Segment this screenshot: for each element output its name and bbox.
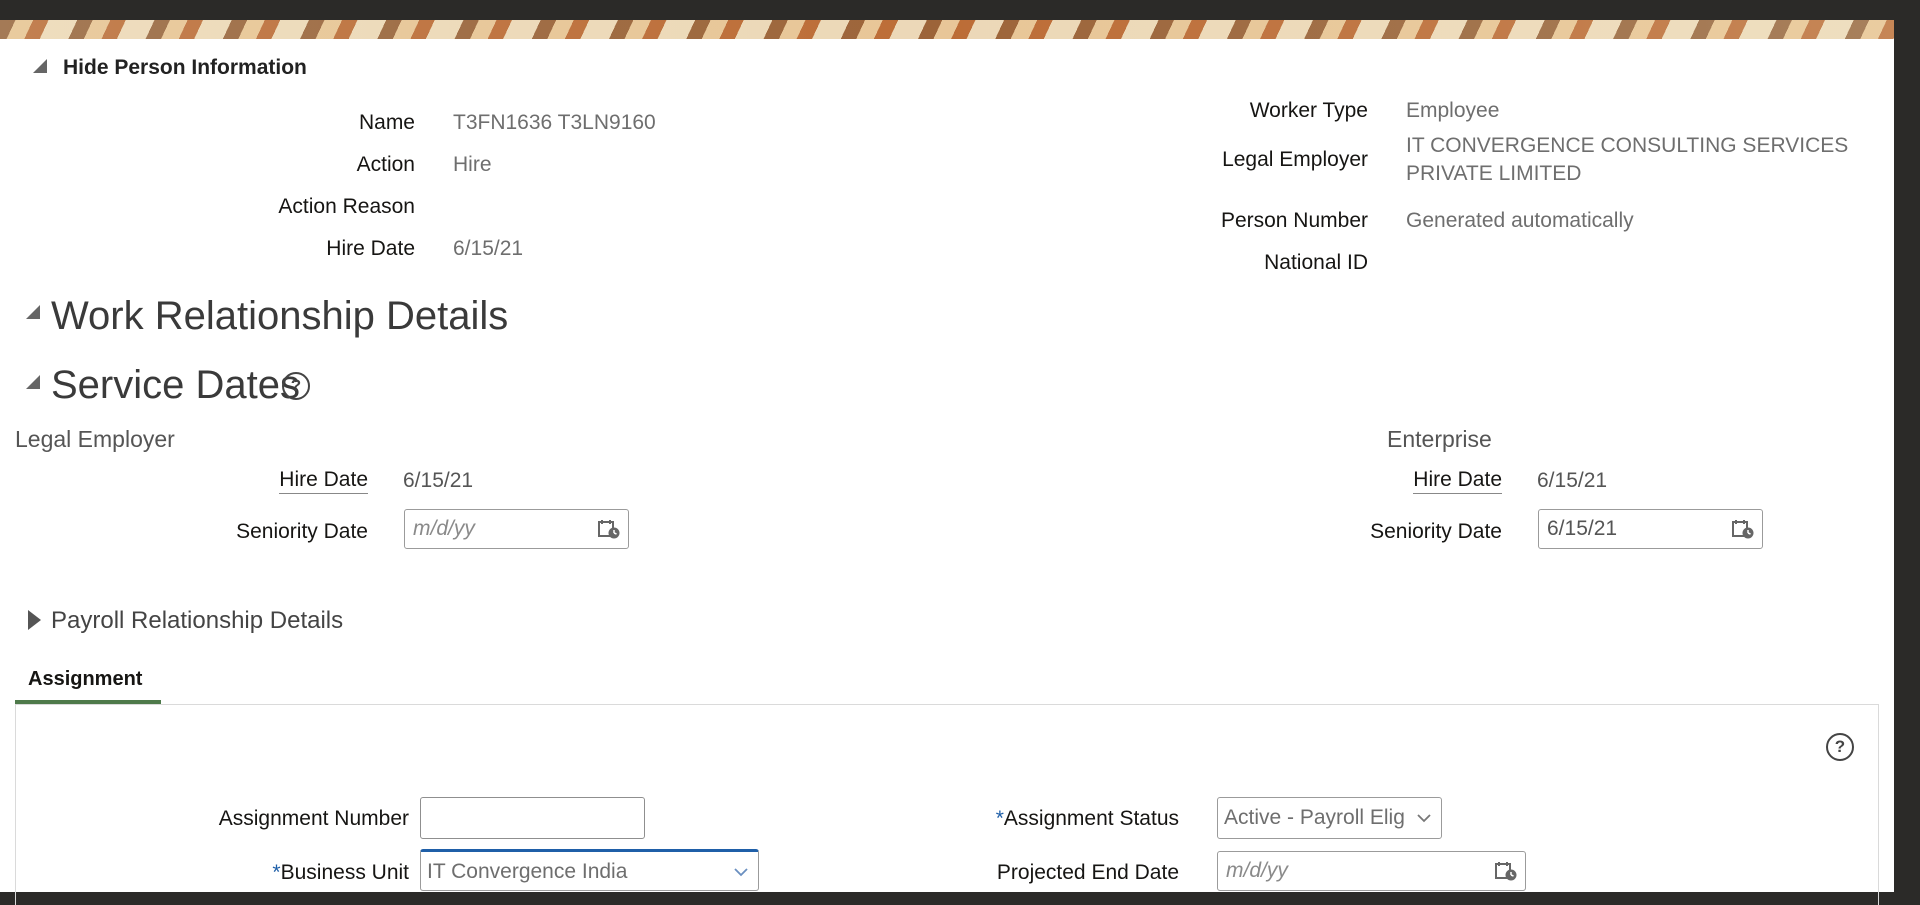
legal-employer-value-line2: PRIVATE LIMITED [1406, 162, 1582, 185]
help-icon[interactable]: ? [282, 372, 310, 400]
name-value: T3FN1636 T3LN9160 [453, 111, 656, 134]
collapse-triangle-icon[interactable] [26, 375, 40, 389]
calendar-icon[interactable] [1732, 519, 1754, 539]
hire-date-label[interactable]: Hire Date [1413, 468, 1502, 494]
projected-end-date-field[interactable]: m/d/yy [1217, 851, 1526, 891]
seniority-date-placeholder: m/d/yy [413, 517, 475, 540]
hire-date-label[interactable]: Hire Date [279, 468, 368, 494]
action-value: Hire [453, 153, 492, 176]
assignment-number-label: Assignment Number [218, 807, 409, 830]
assignment-status-value: Active - Payroll Elig [1224, 806, 1405, 829]
service-dates-heading[interactable]: Service Dates [51, 363, 300, 408]
help-icon[interactable]: ? [1826, 733, 1854, 761]
window-edge [1894, 0, 1920, 892]
person-number-label: Person Number [1220, 209, 1368, 232]
le-seniority-date-field[interactable]: m/d/yy [404, 509, 629, 549]
seniority-date-label: Seniority Date [1370, 520, 1502, 543]
projected-end-date-label: Projected End Date [996, 861, 1179, 884]
ent-hire-date-value: 6/15/21 [1537, 469, 1608, 492]
required-marker: * [995, 807, 1004, 830]
worker-type-value: Employee [1406, 99, 1500, 122]
hire-date-label: Hire Date [326, 237, 415, 260]
chevron-down-icon[interactable] [1417, 811, 1431, 825]
action-label: Action [356, 153, 415, 176]
person-number-value: Generated automatically [1406, 209, 1634, 232]
business-unit-select[interactable]: IT Convergence India [420, 849, 759, 891]
calendar-icon[interactable] [598, 519, 620, 539]
collapse-triangle-icon[interactable] [33, 59, 47, 73]
name-label: Name [358, 111, 415, 134]
chevron-down-icon[interactable] [734, 865, 748, 879]
enterprise-heading: Enterprise [1387, 426, 1492, 452]
ent-seniority-date-field[interactable]: 6/15/21 [1538, 509, 1763, 549]
work-relationship-heading[interactable]: Work Relationship Details [51, 294, 508, 339]
le-hire-date-value: 6/15/21 [403, 469, 474, 492]
action-reason-label: Action Reason [278, 195, 415, 218]
legal-employer-label: Legal Employer [1222, 148, 1368, 171]
national-id-label: National ID [1264, 251, 1368, 274]
assignment-status-label: Assignment Status [1003, 807, 1179, 830]
projected-end-date-placeholder: m/d/yy [1226, 859, 1288, 882]
tab-assignment[interactable]: Assignment [28, 668, 142, 691]
legal-employer-value-line1: IT CONVERGENCE CONSULTING SERVICES [1406, 134, 1849, 157]
hide-person-info-toggle[interactable]: Hide Person Information [63, 56, 307, 80]
legal-employer-heading: Legal Employer [15, 426, 175, 452]
calendar-icon[interactable] [1495, 861, 1517, 881]
assignment-number-input[interactable] [420, 797, 645, 839]
hire-date-value: 6/15/21 [453, 237, 524, 260]
payroll-relationship-heading[interactable]: Payroll Relationship Details [51, 607, 343, 635]
collapse-triangle-icon[interactable] [26, 305, 40, 319]
header-banner [0, 0, 1894, 39]
seniority-date-label: Seniority Date [236, 520, 368, 543]
assignment-status-select[interactable]: Active - Payroll Elig [1217, 797, 1442, 839]
worker-type-label: Worker Type [1249, 99, 1368, 122]
required-marker: * [272, 861, 281, 884]
page-content: Hide Person Information Name T3FN1636 T3… [0, 39, 1894, 905]
business-unit-value: IT Convergence India [427, 860, 628, 883]
seniority-date-value: 6/15/21 [1547, 517, 1618, 540]
business-unit-label: Business Unit [280, 861, 409, 884]
expand-triangle-icon[interactable] [28, 610, 41, 630]
